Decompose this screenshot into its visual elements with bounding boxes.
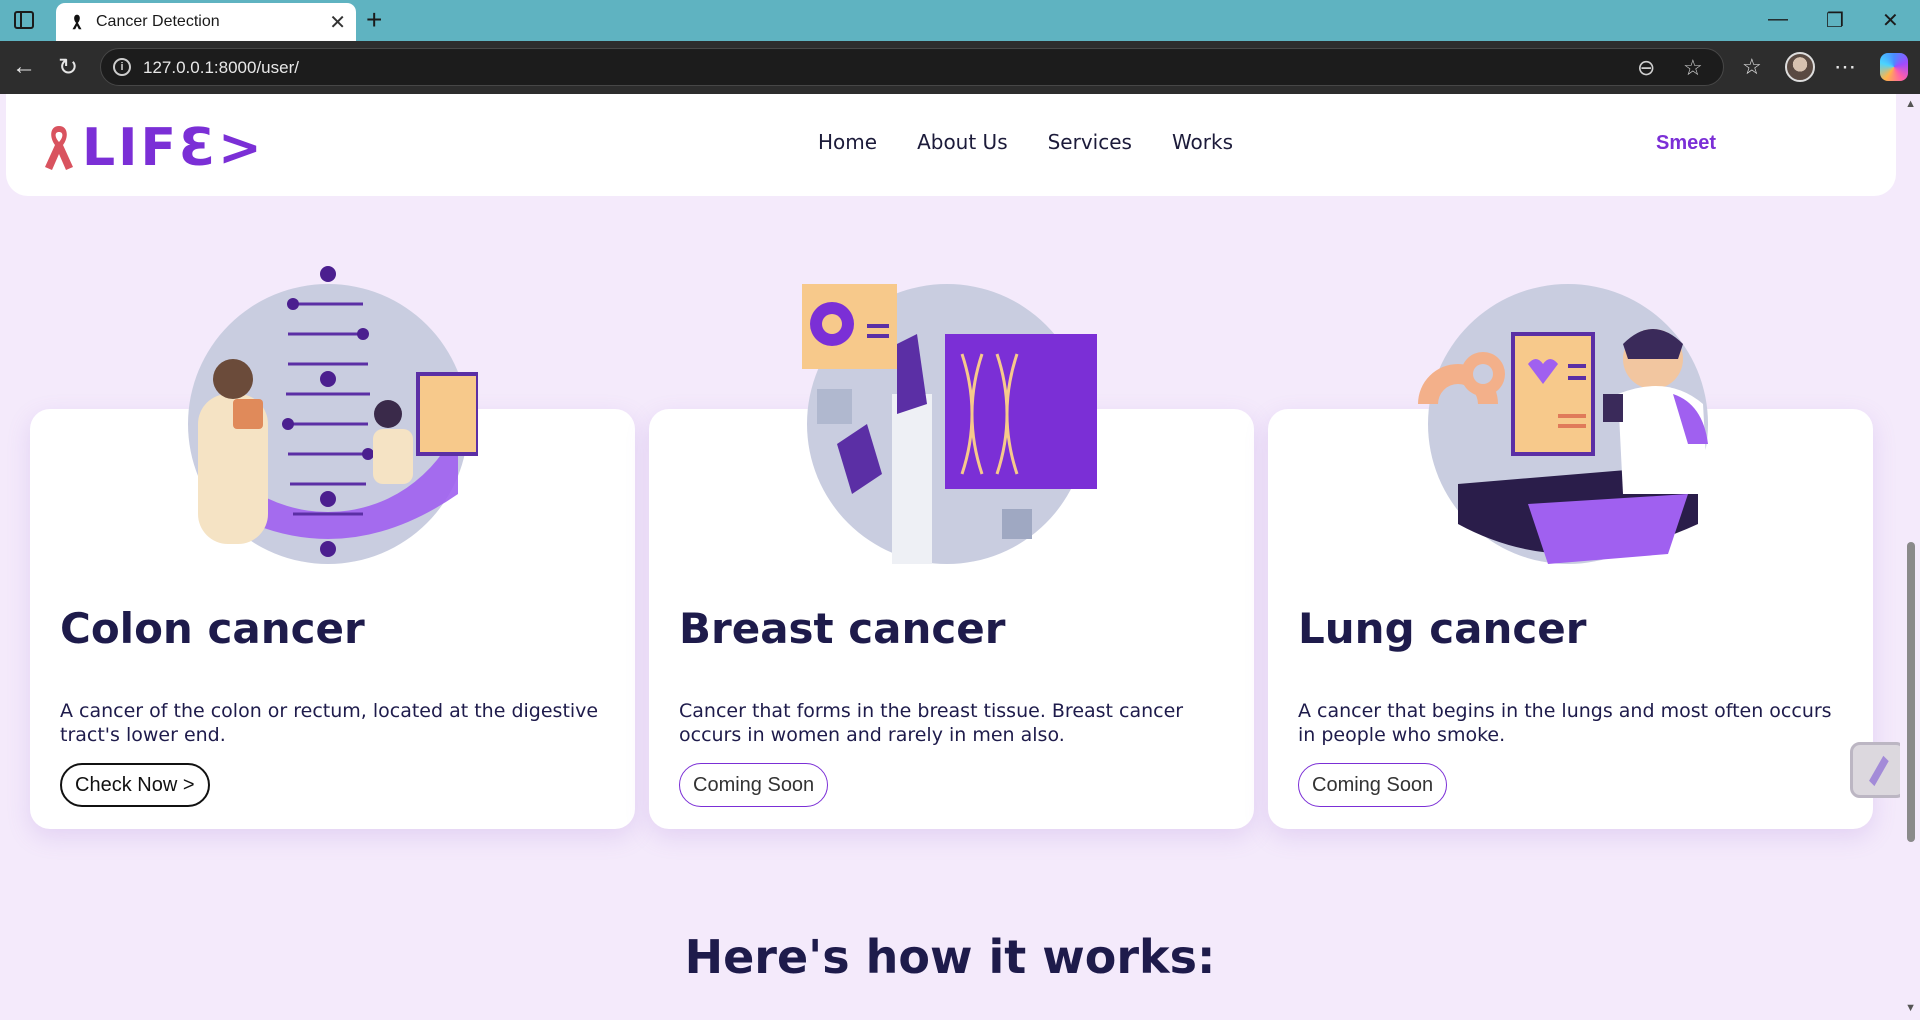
logo-text: LIFƐ> <box>82 118 265 178</box>
favorites-icon[interactable]: ☆ <box>1742 54 1762 80</box>
minimize-icon[interactable]: — <box>1768 8 1788 31</box>
coming-soon-button[interactable]: Coming Soon <box>1298 763 1448 807</box>
browser-tab-bar: Cancer Detection ✕ + — ❐ ✕ <box>0 0 1920 41</box>
address-bar[interactable]: i 127.0.0.1:8000/user/ ⊖ ☆ <box>100 48 1724 86</box>
ribbon-favicon-icon <box>72 14 82 30</box>
card-title: Breast cancer <box>679 604 1006 653</box>
card-description: Cancer that forms in the breast tissue. … <box>679 700 1184 746</box>
dna-researchers-illustration <box>188 266 478 564</box>
card-description: A cancer that begins in the lungs and mo… <box>1298 700 1832 746</box>
main-nav: Home About Us Services Works <box>818 130 1233 154</box>
nav-about-us[interactable]: About Us <box>917 130 1008 154</box>
tab-actions-icon[interactable] <box>14 11 34 29</box>
profile-avatar[interactable] <box>1785 52 1815 82</box>
tab-title: Cancer Detection <box>96 13 220 30</box>
check-now-button[interactable]: Check Now > <box>60 763 210 807</box>
card-title: Lung cancer <box>1298 604 1587 653</box>
back-icon[interactable]: ← <box>12 53 36 81</box>
lightning-icon <box>1869 755 1889 787</box>
coming-soon-button[interactable]: Coming Soon <box>679 763 829 807</box>
nav-services[interactable]: Services <box>1048 130 1132 154</box>
card-title: Colon cancer <box>60 604 365 653</box>
site-info-icon[interactable]: i <box>113 58 131 76</box>
more-menu-icon[interactable]: ⋯ <box>1834 54 1856 80</box>
user-name-link[interactable]: Smeet <box>1656 132 1716 155</box>
site-logo[interactable]: LIFƐ> <box>40 118 265 178</box>
scroll-up-icon[interactable]: ▲ <box>1905 98 1916 110</box>
scrollbar-thumb[interactable] <box>1907 542 1915 842</box>
browser-toolbar: ← ↻ i 127.0.0.1:8000/user/ ⊖ ☆ ☆ ⋯ <box>0 41 1920 94</box>
floating-helper-widget[interactable] <box>1850 742 1906 798</box>
lab-hands-dna-illustration <box>802 284 1097 564</box>
restore-icon[interactable]: ❐ <box>1826 8 1844 33</box>
url-text[interactable]: 127.0.0.1:8000/user/ <box>143 58 299 78</box>
page-viewport: LIFƐ> Home About Us Services Works Smeet… <box>0 94 1920 1020</box>
nav-works[interactable]: Works <box>1172 130 1233 154</box>
how-it-works-heading: Here's how it works: <box>684 930 1216 984</box>
new-tab-icon[interactable]: + <box>366 4 382 36</box>
favorite-star-icon[interactable]: ☆ <box>1683 55 1703 81</box>
man-at-monitor-illustration <box>1418 284 1708 564</box>
scroll-down-icon[interactable]: ▼ <box>1905 1002 1916 1014</box>
nav-home[interactable]: Home <box>818 130 877 154</box>
reload-icon[interactable]: ↻ <box>58 53 78 82</box>
reader-mode-icon[interactable]: ⊖ <box>1637 55 1655 81</box>
window-close-icon[interactable]: ✕ <box>1882 8 1899 33</box>
copilot-icon[interactable] <box>1880 53 1908 81</box>
awareness-ribbon-icon <box>45 126 73 170</box>
site-header: LIFƐ> Home About Us Services Works Smeet <box>6 94 1896 196</box>
page-scrollbar[interactable]: ▲ ▼ <box>1900 94 1920 1020</box>
browser-tab[interactable]: Cancer Detection ✕ <box>56 3 356 41</box>
card-description: A cancer of the colon or rectum, located… <box>60 700 599 746</box>
tab-close-icon[interactable]: ✕ <box>329 10 346 35</box>
